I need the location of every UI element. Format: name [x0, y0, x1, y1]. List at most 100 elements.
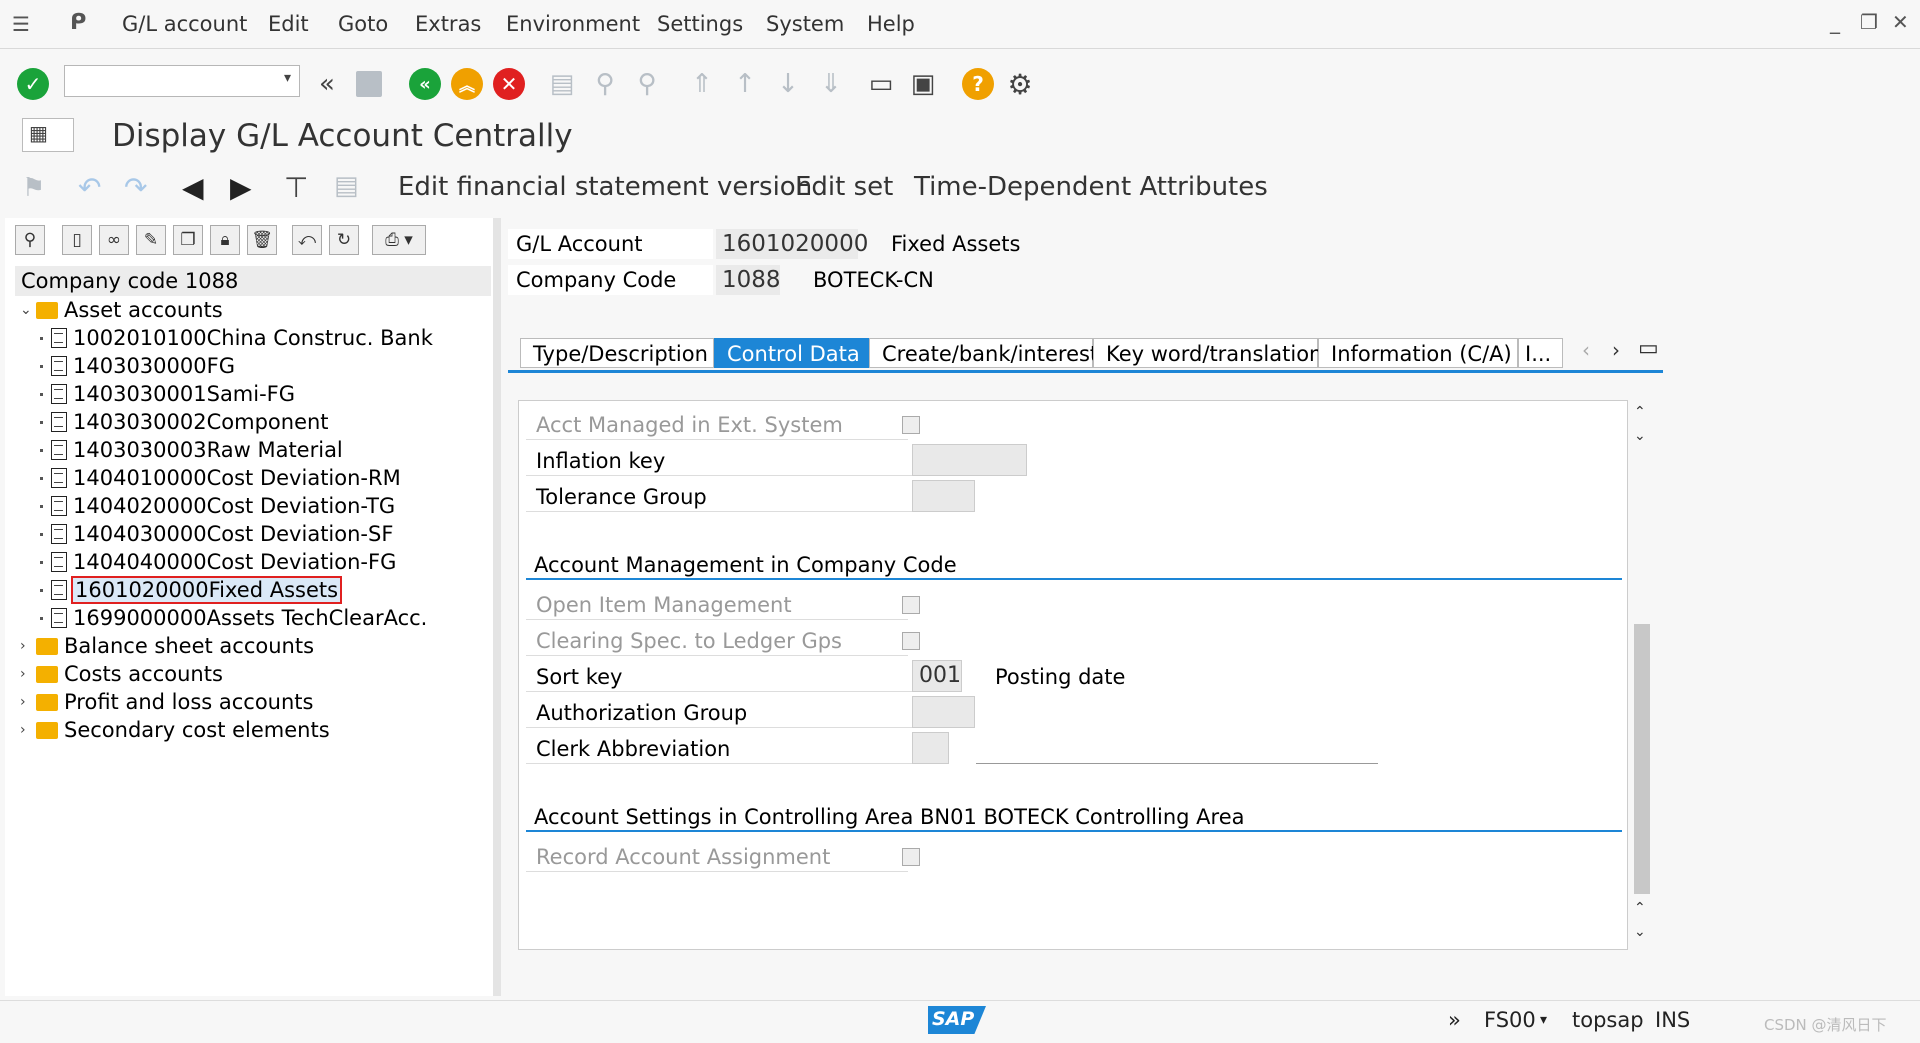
back-nav-icon[interactable]: «: [310, 67, 344, 101]
restore-icon[interactable]: ❐: [1860, 10, 1878, 34]
tab-scroll-left-icon[interactable]: ‹: [1582, 338, 1590, 362]
close-window-icon[interactable]: ✕: [1892, 10, 1909, 34]
menu-system[interactable]: System: [766, 12, 844, 36]
chevron-right-icon[interactable]: ›: [20, 694, 36, 710]
scroll-up-icon[interactable]: ⌃: [1634, 404, 1646, 420]
status-mode[interactable]: INS: [1655, 1008, 1690, 1032]
clearing-spec-checkbox[interactable]: [902, 632, 920, 650]
tab-control-data[interactable]: Control Data: [714, 338, 869, 368]
chevron-down-icon[interactable]: ⌄: [20, 302, 36, 318]
tree-folder-profit-loss[interactable]: › Profit and loss accounts: [20, 688, 313, 716]
find-icon[interactable]: ⚲: [588, 67, 622, 101]
tree-folder-balance-sheet[interactable]: › Balance sheet accounts: [20, 632, 314, 660]
tab-type-description[interactable]: Type/Description: [520, 338, 714, 368]
menu-edit[interactable]: Edit: [268, 12, 309, 36]
tolerance-group-field[interactable]: [912, 480, 975, 512]
other-object-icon[interactable]: ⚑: [22, 173, 45, 203]
help-icon[interactable]: ?: [961, 67, 995, 101]
tree-item[interactable]: 1404040000Cost Deviation-FG: [40, 548, 396, 576]
tree-item[interactable]: 1404010000Cost Deviation-RM: [40, 464, 401, 492]
status-expand-icon[interactable]: »: [1448, 1008, 1461, 1032]
change-icon[interactable]: ✎: [136, 225, 166, 255]
clerk-abbreviation-field[interactable]: [912, 732, 949, 764]
tab-scroll-right-icon[interactable]: ›: [1612, 338, 1620, 362]
new-session-icon[interactable]: ▭: [864, 67, 898, 101]
customize-layout-icon[interactable]: ⚙: [1003, 67, 1037, 101]
inflation-key-field[interactable]: [912, 444, 1027, 476]
record-account-assignment-checkbox[interactable]: [902, 848, 920, 866]
back-icon[interactable]: «: [408, 67, 442, 101]
menu-help[interactable]: Help: [867, 12, 915, 36]
display-icon[interactable]: ∞: [99, 225, 129, 255]
create-icon[interactable]: ▯: [62, 225, 92, 255]
chevron-right-icon[interactable]: ›: [20, 722, 36, 738]
tab-create-bank-interest[interactable]: Create/bank/interest: [869, 338, 1098, 368]
menu-icon[interactable]: ☰: [12, 12, 30, 36]
open-item-mgmt-checkbox[interactable]: [902, 596, 920, 614]
tree-item[interactable]: 1403030000FG: [40, 352, 235, 380]
scroll-thumb[interactable]: [1634, 624, 1650, 894]
screen-menu-icon[interactable]: ▦: [22, 118, 74, 152]
sort-key-field[interactable]: 001: [912, 660, 962, 692]
tree-item[interactable]: 1601020000Fixed Assets: [40, 576, 343, 604]
print-icon[interactable]: ▤: [545, 67, 579, 101]
menu-extras[interactable]: Extras: [415, 12, 481, 36]
shortcut-icon[interactable]: ▣: [906, 67, 940, 101]
vertical-scrollbar[interactable]: ⌃ ⌄ ⌃ ⌄: [1632, 402, 1652, 948]
chevron-down-icon[interactable]: ▾: [1540, 1012, 1547, 1028]
tree-folder-asset-accounts[interactable]: ⌄ Asset accounts: [20, 296, 223, 324]
tree-item[interactable]: 1404030000Cost Deviation-SF: [40, 520, 393, 548]
undo-icon[interactable]: ↶: [78, 171, 101, 204]
redo-icon[interactable]: ↷: [124, 171, 147, 204]
status-transaction[interactable]: FS00: [1484, 1008, 1536, 1032]
minimize-icon[interactable]: _: [1830, 10, 1840, 34]
lock-icon[interactable]: 🔒︎: [210, 225, 240, 255]
menu-gl-account[interactable]: G/L account: [122, 12, 247, 36]
tree-item[interactable]: 1699000000Assets TechClearAcc.: [40, 604, 427, 632]
sap-menu-icon[interactable]: ᑭ: [70, 10, 86, 35]
enter-icon[interactable]: ✓: [16, 67, 50, 101]
next-icon[interactable]: ▶: [230, 171, 252, 204]
last-page-icon[interactable]: ⇓: [814, 67, 848, 101]
chevron-right-icon[interactable]: ›: [20, 666, 36, 682]
edit-fs-version-button[interactable]: Edit financial statement version: [398, 172, 812, 202]
acct-managed-ext-checkbox[interactable]: [902, 416, 920, 434]
panel-splitter[interactable]: [493, 218, 501, 996]
menu-environment[interactable]: Environment: [506, 12, 640, 36]
command-field[interactable]: ▾: [64, 65, 300, 97]
tree-item[interactable]: 1403030001Sami-FG: [40, 380, 295, 408]
authorization-group-field[interactable]: [912, 696, 975, 728]
save-icon[interactable]: [352, 67, 386, 101]
tree-folder-secondary-cost[interactable]: › Secondary cost elements: [20, 716, 330, 744]
scroll-down-icon[interactable]: ⌄: [1634, 428, 1646, 444]
hierarchy-icon[interactable]: ⊤: [284, 171, 308, 204]
find-in-tree-icon[interactable]: ⚲: [15, 225, 45, 255]
tab-key-word-translation[interactable]: Key word/translation: [1093, 338, 1322, 368]
tab-information-ca[interactable]: Information (C/A): [1318, 338, 1518, 368]
delete-icon[interactable]: 🗑︎: [247, 225, 277, 255]
exit-icon[interactable]: ︽: [450, 67, 484, 101]
scroll-down-icon[interactable]: ⌄: [1634, 924, 1646, 940]
tab-list-icon[interactable]: ▭: [1638, 336, 1659, 361]
tree-item[interactable]: 1403030002Component: [40, 408, 329, 436]
scroll-up-icon[interactable]: ⌃: [1634, 900, 1646, 916]
tree-item[interactable]: 1403030003Raw Material: [40, 436, 343, 464]
edit-set-button[interactable]: Edit set: [795, 172, 893, 202]
tree-item[interactable]: 1002010100China Construc. Bank: [40, 324, 433, 352]
print-tree-icon[interactable]: ⎙ ▾: [372, 225, 426, 255]
cancel-icon[interactable]: ✕: [492, 67, 526, 101]
previous-page-icon[interactable]: ↑: [728, 67, 762, 101]
find-next-icon[interactable]: ⚲: [630, 67, 664, 101]
tab-more[interactable]: I...: [1518, 338, 1563, 368]
next-page-icon[interactable]: ↓: [771, 67, 805, 101]
document-icon[interactable]: ▤: [334, 171, 359, 201]
chevron-right-icon[interactable]: ›: [20, 638, 36, 654]
chevron-down-icon[interactable]: ▾: [284, 70, 291, 86]
refresh-icon[interactable]: ↻: [329, 225, 359, 255]
tree-folder-costs[interactable]: › Costs accounts: [20, 660, 223, 688]
menu-goto[interactable]: Goto: [338, 12, 388, 36]
first-page-icon[interactable]: ⇑: [685, 67, 719, 101]
tree-item[interactable]: 1404020000Cost Deviation-TG: [40, 492, 395, 520]
copy-icon[interactable]: ❐: [173, 225, 203, 255]
time-dependent-attributes-button[interactable]: Time-Dependent Attributes: [914, 172, 1268, 202]
